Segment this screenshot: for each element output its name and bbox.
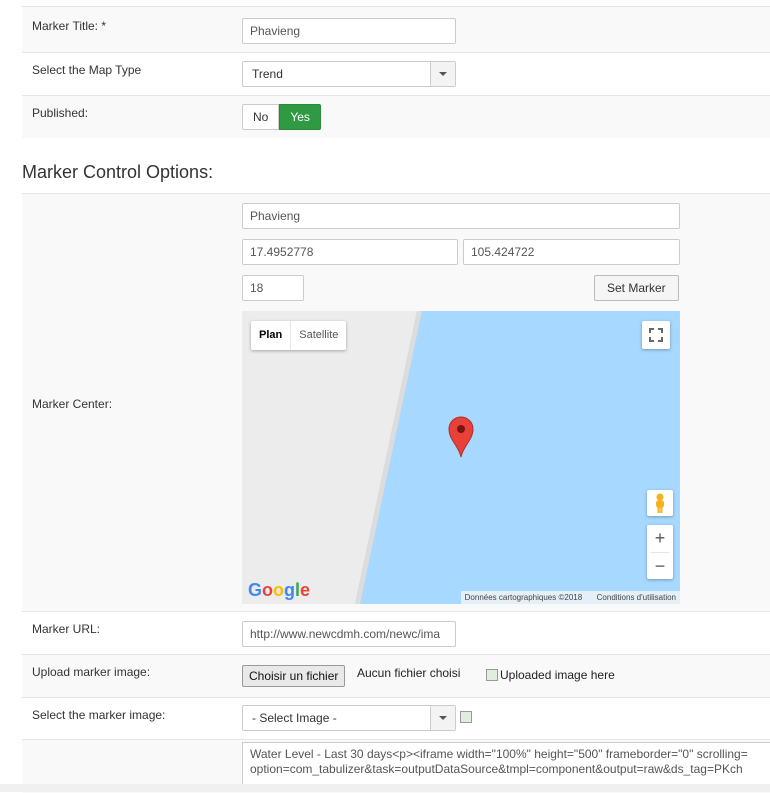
marker-name-input[interactable]: Phavieng xyxy=(242,203,680,229)
file-status-text: Aucun fichier choisi xyxy=(357,666,461,680)
marker-center-label: Marker Center: xyxy=(32,397,113,411)
chevron-down-icon[interactable] xyxy=(430,706,455,730)
published-toggle[interactable]: No Yes xyxy=(242,104,321,130)
zoom-control: + − xyxy=(647,525,673,579)
fullscreen-icon[interactable] xyxy=(642,321,670,349)
marker-title-label: Marker Title: * xyxy=(32,19,107,33)
marker-image-select[interactable]: - Select Image - xyxy=(242,705,456,731)
street-view-pegman-icon[interactable] xyxy=(647,490,673,516)
uploaded-image-preview: Uploaded image here xyxy=(500,668,615,682)
latitude-input[interactable]: 17.4952778 xyxy=(242,239,458,265)
map-type-control: Plan Satellite xyxy=(251,321,347,350)
broken-image-icon xyxy=(486,669,498,681)
section-title: Marker Control Options: xyxy=(22,162,214,182)
set-marker-button[interactable]: Set Marker xyxy=(594,275,679,301)
choose-file-button[interactable]: Choisir un fichier xyxy=(242,665,346,687)
description-line-2: option=com_tabulizer&task=outputDataSour… xyxy=(250,762,743,776)
map-type-satellite-button[interactable]: Satellite xyxy=(291,321,346,350)
marker-url-label: Marker URL: xyxy=(32,622,101,636)
marker-title-input[interactable]: Phavieng xyxy=(242,18,456,44)
description-line-1: Water Level - Last 30 days<p><iframe wid… xyxy=(250,747,748,761)
marker-image-label: Select the marker image: xyxy=(32,708,166,722)
map-type-value: Trend xyxy=(252,67,283,81)
published-yes-button[interactable]: Yes xyxy=(279,104,321,130)
zoom-level-input[interactable]: 18 xyxy=(242,275,304,301)
upload-image-label: Upload marker image: xyxy=(32,665,151,679)
marker-image-preview-icon xyxy=(460,711,472,723)
map-marker-icon[interactable] xyxy=(448,416,474,458)
zoom-out-button[interactable]: − xyxy=(647,553,673,580)
map-type-plan-button[interactable]: Plan xyxy=(251,321,290,350)
horizontal-scrollbar[interactable] xyxy=(0,784,770,792)
map-attribution: Données cartographiques ©2018 Conditions… xyxy=(460,591,680,604)
google-logo: Google xyxy=(248,580,311,600)
map-terms-link[interactable]: Conditions d'utilisation xyxy=(597,593,676,602)
published-no-button[interactable]: No xyxy=(242,104,280,130)
marker-image-value: - Select Image - xyxy=(252,711,337,725)
chevron-down-icon[interactable] xyxy=(430,62,455,86)
marker-url-input[interactable]: http://www.newcdmh.com/newc/ima xyxy=(242,621,456,647)
published-row: Published: xyxy=(22,95,770,138)
published-label: Published: xyxy=(32,106,89,120)
map-view[interactable]: Plan Satellite + − Google Données cartog… xyxy=(242,311,680,604)
map-type-label: Select the Map Type xyxy=(32,63,142,77)
longitude-input[interactable]: 105.424722 xyxy=(463,239,680,265)
map-type-select[interactable]: Trend xyxy=(242,61,456,87)
map-data-credit: Données cartographiques ©2018 xyxy=(464,593,583,602)
zoom-in-button[interactable]: + xyxy=(647,525,673,552)
